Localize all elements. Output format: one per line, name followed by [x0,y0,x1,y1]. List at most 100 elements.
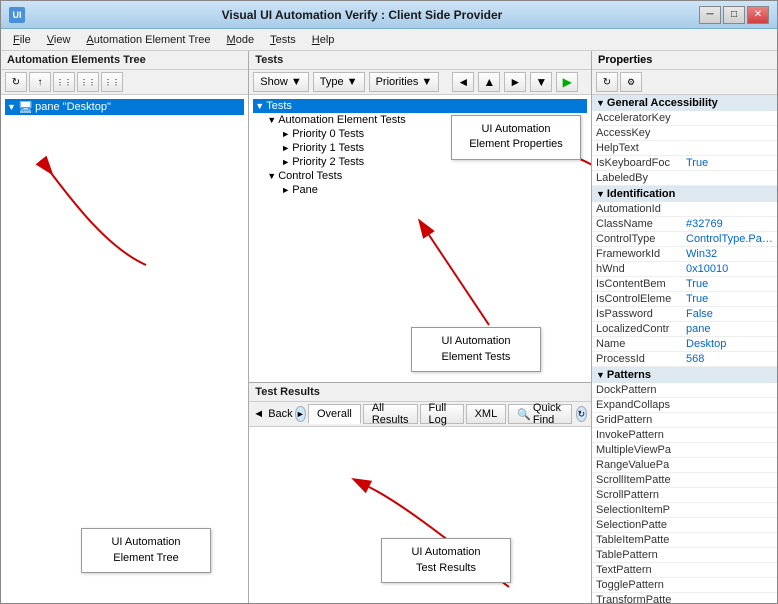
nav-prev-button[interactable]: ◄ [452,72,474,92]
prop-value [682,533,777,547]
p0-toggle: ► [281,129,290,139]
forward-button[interactable]: ► [295,406,306,422]
tree-root-item[interactable]: ▼ 🖥 pane "Desktop" [5,99,244,115]
nav-up-button[interactable]: ▲ [478,72,500,92]
prop-access-key: AccessKey [592,126,777,141]
p1-toggle: ► [281,143,290,153]
prop-tablepattern: TablePattern [592,548,777,563]
pane-item[interactable]: ► Pane [253,183,587,197]
prop-value [682,488,777,502]
nav-next-button[interactable]: ► [504,72,526,92]
prop-value: Desktop [682,337,777,351]
prop-transformpa: TransformPatte [592,593,777,603]
prop-accelerator-key: AcceleratorKey [592,111,777,126]
properties-panel: Properties ↻ ⚙ ▼ General Accessibility A… [592,51,777,603]
prop-key: TransformPatte [592,593,682,603]
prop-selectionpatte: SelectionPatte [592,518,777,533]
prop-name: Name Desktop [592,337,777,352]
refresh-tree-button[interactable]: ↻ [5,72,27,92]
show-dropdown[interactable]: Show ▼ [253,72,308,92]
restore-button[interactable]: □ [723,6,745,24]
navigate-up-button[interactable]: ↑ [29,72,51,92]
prop-value [682,383,777,397]
main-content: Automation Elements Tree ↻ ↑ ⋮⋮ ⋮⋮ ⋮⋮ ▼ … [1,51,777,603]
tab-xml[interactable]: XML [466,404,507,424]
prop-value [682,563,777,577]
props-option-button[interactable]: ⚙ [620,72,642,92]
element-properties-callout-text: UI AutomationElement Properties [469,123,563,150]
test-results-section: Test Results ◄ Back ► Overall All Result… [249,383,591,603]
back-button[interactable]: ◄ Back [253,408,292,420]
collapse-icon: ▼ [596,370,605,380]
prop-iscontentbem: IsContentBem True [592,277,777,292]
prop-key: hWnd [592,262,682,276]
prop-key: ScrollPattern [592,488,682,502]
automation-elements-tree-header: Automation Elements Tree [1,51,248,70]
priorities-dropdown[interactable]: Priorities ▼ [369,72,440,92]
p1-label: Priority 1 Tests [292,142,364,154]
aet-label: Automation Element Tests [278,114,406,126]
test-results-callout: UI AutomationTest Results [381,538,511,583]
prop-key: HelpText [592,141,682,155]
menu-mode[interactable]: Mode [219,32,263,48]
prop-labeled-by: LabeledBy [592,171,777,186]
prop-key: Name [592,337,682,351]
prop-value: ControlType.Pane [682,232,777,246]
tree-option1-button[interactable]: ⋮⋮ [53,72,75,92]
menu-help[interactable]: Help [304,32,343,48]
prop-key: IsPassword [592,307,682,321]
prop-key: SelectionPatte [592,518,682,532]
prop-key: ClassName [592,217,682,231]
automation-elements-tree-panel: Automation Elements Tree ↻ ↑ ⋮⋮ ⋮⋮ ⋮⋮ ▼ … [1,51,249,603]
props-refresh-button[interactable]: ↻ [596,72,618,92]
prop-multipleviewpa: MultipleViewPa [592,443,777,458]
menu-automation-element-tree[interactable]: Automation Element Tree [78,32,218,48]
app-icon: UI [9,7,25,23]
general-accessibility-header: ▼ General Accessibility [592,95,777,111]
main-window: UI Visual UI Automation Verify : Client … [0,0,778,604]
element-tests-callout-text: UI AutomationElement Tests [441,335,510,362]
run-button[interactable]: ▶ [556,72,578,92]
p0-label: Priority 0 Tests [292,128,364,140]
prop-scrollitempatte: ScrollItemPatte [592,473,777,488]
prop-key: LocalizedContr [592,322,682,336]
prop-value [682,593,777,603]
tab-full-log[interactable]: Full Log [420,404,464,424]
tab-all-results[interactable]: All Results [363,404,418,424]
menu-view[interactable]: View [39,32,79,48]
prop-frameworkid: FrameworkId Win32 [592,247,777,262]
menu-tests[interactable]: Tests [262,32,304,48]
type-dropdown[interactable]: Type ▼ [313,72,365,92]
prop-key: ScrollItemPatte [592,473,682,487]
tests-root-item[interactable]: ▼ Tests [253,99,587,113]
tree-option2-button[interactable]: ⋮⋮ [77,72,99,92]
nav-down-button[interactable]: ▼ [530,72,552,92]
prop-key: TogglePattern [592,578,682,592]
prop-value [682,428,777,442]
tab-quick-find[interactable]: 🔍 Quick Find [508,404,571,424]
prop-key: TextPattern [592,563,682,577]
prop-expandcollapse: ExpandCollaps [592,398,777,413]
patterns-header: ▼ Patterns [592,367,777,383]
prop-key: IsControlEleme [592,292,682,306]
pane-toggle: ► [281,185,290,195]
menu-file[interactable]: File [5,32,39,48]
prop-value: Win32 [682,247,777,261]
tree-option3-button[interactable]: ⋮⋮ [101,72,123,92]
aet-toggle: ▼ [267,115,276,125]
minimize-button[interactable]: ─ [699,6,721,24]
automation-elements-tree-area: ▼ 🖥 pane "Desktop" UI AutomationElement … [1,95,248,603]
control-tests-item[interactable]: ▼ Control Tests [253,169,587,183]
tree-arrow-svg [1,95,248,395]
refresh-results-button[interactable]: ↻ [576,406,587,422]
collapse-icon: ▼ [596,98,605,108]
prop-key: MultipleViewPa [592,443,682,457]
p2-toggle: ► [281,157,290,167]
section-label: Identification [607,188,675,200]
tab-overall[interactable]: Overall [308,404,361,424]
prop-value: True [682,277,777,291]
prop-value [682,518,777,532]
properties-header: Properties [592,51,777,70]
close-button[interactable]: ✕ [747,6,769,24]
prop-key: AcceleratorKey [592,111,682,125]
